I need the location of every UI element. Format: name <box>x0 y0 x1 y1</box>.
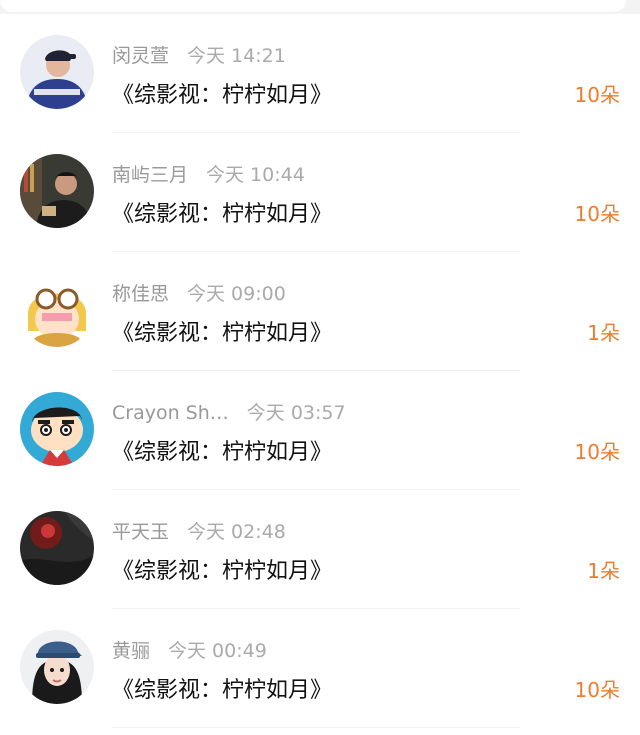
flower-count: 10朵 <box>574 202 620 226</box>
flower-count: 1朵 <box>587 559 620 583</box>
user-name[interactable]: 闵灵萱 <box>112 45 169 67</box>
timestamp: 今天 02:48 <box>187 521 286 543</box>
item-meta: Crayon Sh… 今天 03:57 <box>112 398 346 424</box>
timestamp: 今天 03:57 <box>246 402 346 424</box>
book-title[interactable]: 《综影视：柠柠如月》 <box>112 434 332 466</box>
flower-count: 10朵 <box>574 440 620 464</box>
timestamp: 今天 14:21 <box>187 45 286 67</box>
list-item[interactable]: 称佳思 今天 09:00 《综影视：柠柠如月》 1朵 <box>0 252 640 371</box>
person-jacket-avatar[interactable] <box>20 35 94 109</box>
list-item[interactable]: 黄骊 今天 00:49 《综影视：柠柠如月》 10朵 <box>0 609 640 728</box>
list-item[interactable]: 闵灵萱 今天 14:21 《综影视：柠柠如月》 10朵 <box>0 14 640 133</box>
flower-count: 10朵 <box>574 678 620 702</box>
book-title[interactable]: 《综影视：柠柠如月》 <box>112 672 332 704</box>
dark-photo-avatar[interactable] <box>20 511 94 585</box>
list-item[interactable]: Crayon Sh… 今天 03:57 《综影视：柠柠如月》 10朵 <box>0 371 640 490</box>
flower-count: 1朵 <box>587 321 620 345</box>
item-meta: 平天玉 今天 02:48 <box>112 517 286 543</box>
girl-cap-avatar[interactable] <box>20 630 94 704</box>
item-meta: 称佳思 今天 09:00 <box>112 279 286 305</box>
book-title[interactable]: 《综影视：柠柠如月》 <box>112 553 332 585</box>
book-title[interactable]: 《综影视：柠柠如月》 <box>112 315 332 347</box>
user-name[interactable]: 平天玉 <box>112 521 169 543</box>
timestamp: 今天 00:49 <box>168 640 267 662</box>
top-card-edge <box>0 0 626 12</box>
cartoon-goggles-avatar[interactable] <box>20 273 94 347</box>
flower-count: 10朵 <box>574 83 620 107</box>
item-meta: 闵灵萱 今天 14:21 <box>112 41 286 67</box>
list-item[interactable]: 南屿三月 今天 10:44 《综影视：柠柠如月》 10朵 <box>0 133 640 252</box>
user-name[interactable]: Crayon Sh… <box>112 402 229 424</box>
user-name[interactable]: 称佳思 <box>112 283 169 305</box>
person-dark-photo-avatar[interactable] <box>20 154 94 228</box>
item-meta: 黄骊 今天 00:49 <box>112 636 267 662</box>
list-item[interactable]: 平天玉 今天 02:48 《综影视：柠柠如月》 1朵 <box>0 490 640 609</box>
user-name[interactable]: 南屿三月 <box>112 164 188 186</box>
crayon-shin-chan-avatar[interactable] <box>20 392 94 466</box>
user-name[interactable]: 黄骊 <box>112 640 150 662</box>
book-title[interactable]: 《综影视：柠柠如月》 <box>112 196 332 228</box>
book-title[interactable]: 《综影视：柠柠如月》 <box>112 77 332 109</box>
item-meta: 南屿三月 今天 10:44 <box>112 160 305 186</box>
divider <box>112 727 520 728</box>
gift-list: 闵灵萱 今天 14:21 《综影视：柠柠如月》 10朵 南屿三月 今天 10:44 … <box>0 14 640 728</box>
timestamp: 今天 09:00 <box>187 283 286 305</box>
timestamp: 今天 10:44 <box>206 164 305 186</box>
